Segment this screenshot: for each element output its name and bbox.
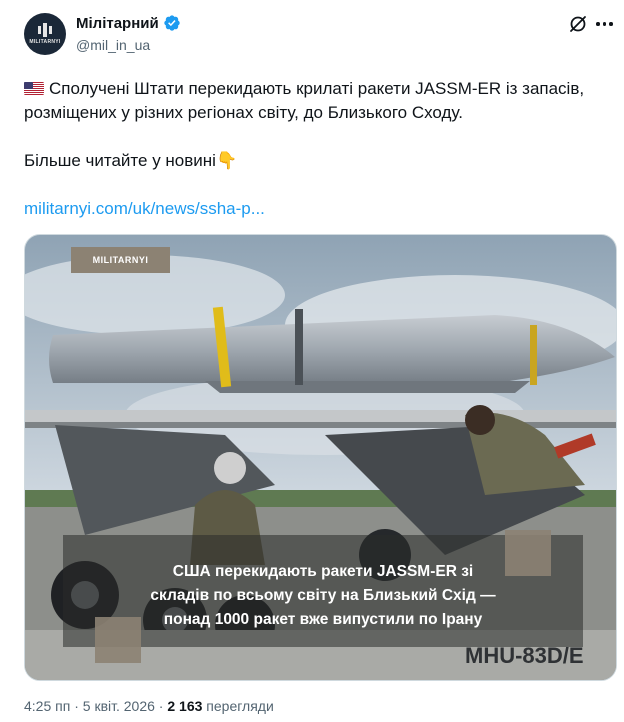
watermark-logo: MILITARNYI xyxy=(71,247,170,273)
caption-line-3: понад 1000 ракет вже випустили по Ірану xyxy=(163,611,483,628)
views-count: 2 163 xyxy=(167,698,203,714)
caption-line-2: складів по всьому світу на Близький Схід… xyxy=(150,587,496,604)
avatar[interactable]: MILITARNYI xyxy=(24,13,66,55)
point-down-emoji-icon: 👇 xyxy=(215,151,238,170)
views-label: перегляди xyxy=(206,698,274,714)
tweet-paragraph-3: militarnyi.com/uk/news/ssha-p... xyxy=(24,197,609,221)
tweet-line-1: Сполучені Штати перекидають крилаті раке… xyxy=(24,79,585,122)
post-time[interactable]: 4:25 пп xyxy=(24,698,70,714)
tweet-meta: 4:25 пп · 5 квіт. 2026 · 2 163 перегляди xyxy=(24,698,274,714)
militarnyi-emblem-icon xyxy=(38,23,52,37)
name-row: Мілітарний xyxy=(76,14,181,32)
display-name[interactable]: Мілітарний xyxy=(76,15,159,32)
grok-icon[interactable] xyxy=(568,14,588,34)
tweet-media-image[interactable]: MHU-83D/E MILITARNYI США перекидають рак… xyxy=(24,234,617,681)
watermark-text: MILITARNYI xyxy=(92,255,149,265)
handle[interactable]: @mil_in_ua xyxy=(76,37,150,53)
caption-line-1: США перекидають ракети JASSM-ER зі xyxy=(172,563,474,580)
more-icon[interactable] xyxy=(596,22,613,26)
tweet-paragraph-1: Сполучені Штати перекидають крилаті раке… xyxy=(24,77,609,125)
post-date[interactable]: 5 квіт. 2026 xyxy=(83,698,155,714)
verified-badge-icon[interactable] xyxy=(163,14,181,32)
meta-separator: · xyxy=(158,698,164,714)
meta-separator: · xyxy=(74,698,79,714)
news-link[interactable]: militarnyi.com/uk/news/ssha-p... xyxy=(24,199,265,218)
avatar-text: MILITARNYI xyxy=(29,39,61,45)
tweet-text: Сполучені Штати перекидають крилаті раке… xyxy=(24,77,609,221)
tweet-line-2: Більше читайте у новині xyxy=(24,151,216,170)
tweet-paragraph-2: Більше читайте у новині👇 xyxy=(24,149,609,173)
us-flag-icon xyxy=(24,82,44,95)
image-caption: США перекидають ракети JASSM-ER зі склад… xyxy=(83,555,563,646)
